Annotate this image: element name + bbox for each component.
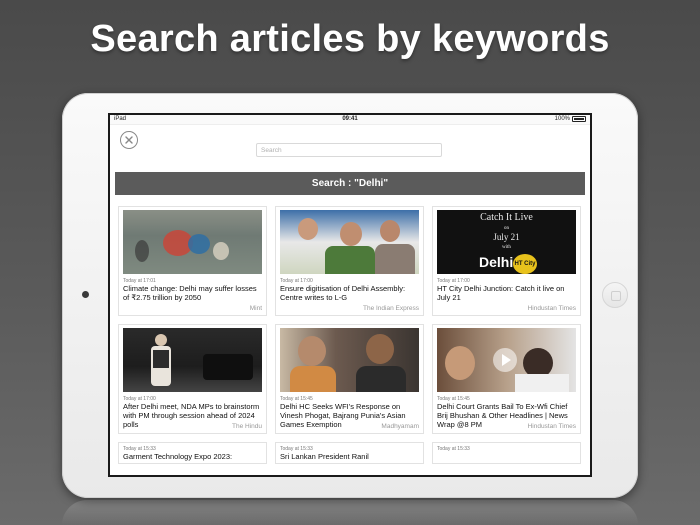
article-card[interactable]: Today at 17:00 Ensure digitisation of De… [275, 206, 424, 316]
search-input[interactable] [256, 143, 442, 157]
search-results-banner: Search : "Delhi" [115, 172, 585, 195]
top-bar [110, 125, 590, 172]
article-card[interactable]: Today at 15:45 Delhi Court Grants Bail T… [432, 324, 581, 434]
poster-word: Delhi [479, 254, 514, 270]
poster-on: on [504, 226, 509, 231]
article-card[interactable]: Today at 15:33 [432, 442, 581, 464]
article-card[interactable]: Today at 17:00 After Delhi meet, NDA MPs… [118, 324, 267, 434]
poster-with: with [502, 245, 511, 250]
officials-photo-thumbnail [280, 210, 419, 274]
article-source: Hindustan Times [527, 423, 576, 430]
battery-icon [572, 116, 586, 122]
poster-headline: Catch It Live [480, 212, 533, 223]
article-source: Hindustan Times [527, 305, 576, 312]
battery-indicator: 100% [555, 116, 586, 122]
article-title: Sri Lankan President Ranil [280, 452, 369, 461]
battery-percent: 100% [554, 116, 570, 122]
article-title: Garment Technology Expo 2023: [123, 452, 233, 461]
article-card[interactable]: Today at 15:33 Garment Technology Expo 2… [118, 442, 267, 464]
status-bar: iPad 09:41 100% [110, 115, 590, 125]
flood-photo-thumbnail [123, 210, 262, 274]
article-source: Madhyamam [381, 423, 419, 430]
camera-dot [82, 291, 89, 298]
device-reflection [62, 500, 638, 525]
poster-date: July 21 [493, 232, 520, 242]
article-card[interactable]: Catch It Live on July 21 with Delhi HT C… [432, 206, 581, 316]
close-button[interactable] [120, 131, 138, 149]
article-card[interactable]: Today at 17:01 Climate change: Delhi may… [118, 206, 267, 316]
event-poster-thumbnail: Catch It Live on July 21 with Delhi HT C… [437, 210, 576, 274]
article-grid: Today at 17:01 Climate change: Delhi may… [118, 206, 582, 464]
close-icon [125, 136, 133, 144]
article-card[interactable]: Today at 15:45 Delhi HC Seeks WFI's Resp… [275, 324, 424, 434]
promo-headline: Search articles by keywords [90, 18, 610, 60]
article-title: HT City Delhi Junction: Catch it live on… [437, 284, 565, 302]
ipad-frame: iPad 09:41 100% Search : "Delhi" [62, 93, 638, 498]
article-time: Today at 15:33 [437, 446, 470, 452]
pm-photo-thumbnail [123, 328, 262, 392]
article-title: Climate change: Delhi may suffer losses … [123, 284, 257, 302]
article-card[interactable]: Today at 15:33 Sri Lankan President Rani… [275, 442, 424, 464]
play-icon[interactable] [493, 348, 517, 372]
home-button[interactable] [602, 282, 628, 308]
article-source: Mint [249, 305, 262, 312]
article-source: The Hindu [232, 423, 262, 430]
app-screen: iPad 09:41 100% Search : "Delhi" [110, 115, 590, 475]
clock: 09:41 [342, 116, 358, 122]
video-thumbnail [437, 328, 576, 392]
ht-city-logo: HT City [513, 254, 537, 274]
article-title: Ensure digitisation of Delhi Assembly: C… [280, 284, 406, 302]
wrestlers-photo-thumbnail [280, 328, 419, 392]
article-source: The Indian Express [362, 305, 419, 312]
